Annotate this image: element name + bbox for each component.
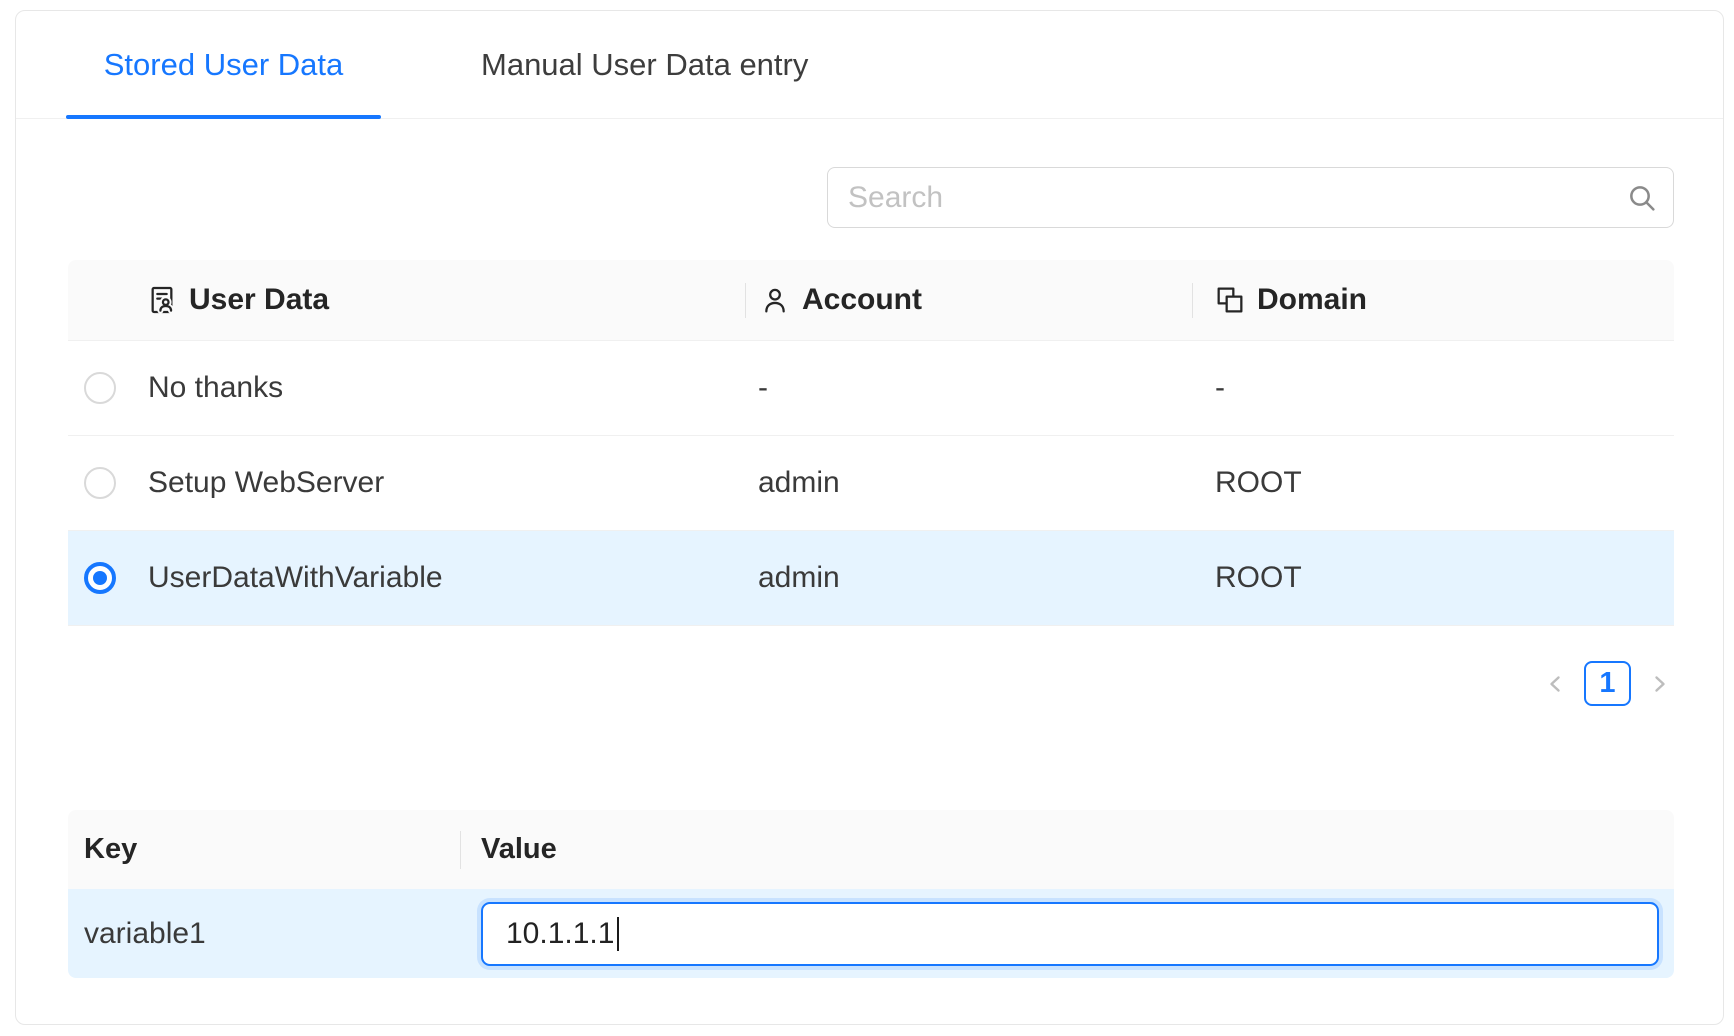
tab-manual-user-data-entry[interactable]: Manual User Data entry <box>481 11 808 119</box>
column-header-account: Account <box>746 283 1193 317</box>
search-icon <box>1626 182 1658 214</box>
cell-user-data: Setup WebServer <box>132 466 746 500</box>
cell-domain: - <box>1193 371 1674 405</box>
user-icon <box>759 284 791 316</box>
column-header-domain: Domain <box>1193 283 1674 317</box>
tab-stored-user-data[interactable]: Stored User Data <box>66 11 381 119</box>
cell-account: admin <box>746 561 1193 595</box>
cell-account: - <box>746 371 1193 405</box>
search-button[interactable] <box>1610 167 1674 228</box>
cell-user-data: No thanks <box>132 371 746 405</box>
column-label: Account <box>802 283 922 317</box>
text-caret <box>617 917 619 951</box>
variable-value-text: 10.1.1.1 <box>506 917 614 951</box>
column-label: Domain <box>1257 283 1367 317</box>
radio-selected[interactable] <box>84 562 116 594</box>
cell-account: admin <box>746 466 1193 500</box>
active-tab-indicator <box>66 115 381 119</box>
user-data-table: User Data Account <box>68 260 1674 626</box>
page-number-button[interactable]: 1 <box>1584 661 1631 706</box>
table-row-setup-webserver[interactable]: Setup WebServer admin ROOT <box>68 436 1674 531</box>
chevron-left-icon <box>1544 672 1568 696</box>
search-input[interactable] <box>827 167 1611 228</box>
column-header-user-data: User Data <box>68 283 746 317</box>
cell-user-data: UserDataWithVariable <box>132 561 746 595</box>
radio-unselected[interactable] <box>84 372 116 404</box>
variables-header: Key Value <box>68 810 1674 889</box>
column-label: User Data <box>189 283 329 317</box>
header-divider <box>460 831 461 869</box>
tab-bar: Stored User Data Manual User Data entry <box>16 11 1723 119</box>
previous-page-button[interactable] <box>1541 661 1571 706</box>
screen: Stored User Data Manual User Data entry <box>0 0 1734 1036</box>
variables-table: Key Value variable1 10.1.1.1 <box>68 810 1674 978</box>
cell-domain: ROOT <box>1193 561 1674 595</box>
column-header-key: Key <box>68 833 461 866</box>
header-divider <box>745 283 746 318</box>
profile-icon <box>146 284 178 316</box>
chevron-right-icon <box>1647 672 1671 696</box>
tab-label: Stored User Data <box>104 47 344 83</box>
variable-value-cell: 10.1.1.1 <box>461 902 1674 966</box>
table-row-userdatawithvariable[interactable]: UserDataWithVariable admin ROOT <box>68 531 1674 626</box>
header-divider <box>1192 283 1193 318</box>
block-icon <box>1214 284 1246 316</box>
page-number: 1 <box>1599 667 1615 700</box>
variable-value-input[interactable]: 10.1.1.1 <box>481 902 1659 966</box>
next-page-button[interactable] <box>1644 661 1674 706</box>
table-header: User Data Account <box>68 260 1674 341</box>
column-header-value: Value <box>461 833 1674 866</box>
tab-label: Manual User Data entry <box>481 47 808 83</box>
pagination: 1 <box>1541 661 1674 706</box>
radio-unselected[interactable] <box>84 467 116 499</box>
variable-key: variable1 <box>68 917 461 951</box>
variable-row: variable1 10.1.1.1 <box>68 889 1674 978</box>
user-data-panel: Stored User Data Manual User Data entry <box>15 10 1724 1025</box>
table-row-no-thanks[interactable]: No thanks - - <box>68 341 1674 436</box>
cell-domain: ROOT <box>1193 466 1674 500</box>
